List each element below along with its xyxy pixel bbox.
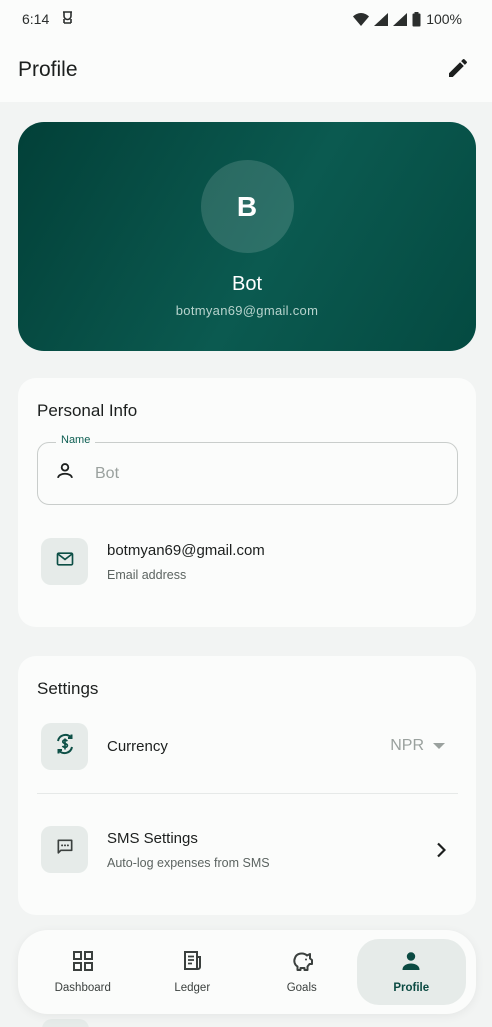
pencil-icon <box>446 56 470 85</box>
profile-header-card: B Bot botmyan69@gmail.com <box>18 122 476 351</box>
nav-profile-label: Profile <box>393 982 430 994</box>
settings-divider <box>37 793 458 794</box>
nav-ledger-label: Ledger <box>174 982 211 994</box>
personal-info-title: Personal Info <box>37 401 138 420</box>
nav-goals[interactable]: Goals <box>247 939 357 1005</box>
currency-row-text: Currency <box>107 738 168 755</box>
grid-icon <box>72 950 94 975</box>
currency-icon-box <box>41 723 88 770</box>
currency-value: NPR <box>390 737 424 754</box>
piggy-bank-icon <box>290 950 314 975</box>
personal-info-card: Personal Info Name botmyan69@gmail.com E… <box>18 378 476 627</box>
email-value: botmyan69@gmail.com <box>107 541 265 559</box>
edit-profile-button[interactable] <box>438 50 478 90</box>
mail-icon <box>55 549 75 574</box>
partial-list-item <box>42 1019 89 1027</box>
sms-row-text: SMS Settings Auto-log expenses from SMS <box>107 830 270 870</box>
currency-row[interactable]: Currency <box>41 723 168 770</box>
notification-icon <box>61 10 74 28</box>
status-left: 6:14 <box>22 10 74 28</box>
avatar: B <box>200 160 294 253</box>
name-field[interactable]: Name <box>37 434 458 505</box>
nav-dashboard[interactable]: Dashboard <box>28 939 138 1005</box>
person-outline-icon <box>54 460 76 487</box>
bottom-navigation: Dashboard Ledger Goals Profile <box>18 930 476 1014</box>
dropdown-arrow-icon <box>433 737 445 755</box>
name-field-label: Name <box>56 434 96 446</box>
status-bar: 6:14 100% <box>0 0 492 38</box>
email-caption: Email address <box>107 567 187 582</box>
email-icon-box <box>41 538 88 585</box>
receipt-icon <box>181 950 203 975</box>
sms-icon-box <box>41 826 88 873</box>
status-time: 6:14 <box>22 11 50 27</box>
currency-label: Currency <box>107 738 168 755</box>
sms-settings-label: SMS Settings <box>107 829 198 847</box>
currency-exchange-icon <box>53 732 77 761</box>
profile-name: Bot <box>231 273 263 295</box>
battery-icon <box>412 11 421 27</box>
profile-email: botmyan69@gmail.com <box>175 303 319 318</box>
signal-icon-2 <box>393 12 408 26</box>
battery-percent: 100% <box>426 11 462 27</box>
nav-profile[interactable]: Profile <box>356 939 466 1005</box>
currency-dropdown[interactable]: NPR <box>390 737 445 755</box>
nav-goals-label: Goals <box>286 982 317 994</box>
settings-card: Settings Currency NPR SMS Settings Auto-… <box>18 656 476 915</box>
sms-settings-caption: Auto-log expenses from SMS <box>107 855 270 870</box>
settings-title: Settings <box>37 679 99 698</box>
email-row-text: botmyan69@gmail.com Email address <box>107 542 265 582</box>
chevron-right-icon[interactable] <box>436 842 447 863</box>
nav-ledger[interactable]: Ledger <box>138 939 248 1005</box>
email-row: botmyan69@gmail.com Email address <box>41 538 265 585</box>
wifi-icon <box>353 12 370 26</box>
sms-settings-row[interactable]: SMS Settings Auto-log expenses from SMS <box>41 826 270 873</box>
app-bar: Profile <box>0 38 492 102</box>
signal-icon <box>374 12 389 26</box>
chat-bubble-icon <box>55 837 75 862</box>
nav-dashboard-label: Dashboard <box>54 982 111 994</box>
name-input[interactable] <box>95 464 395 483</box>
status-right: 100% <box>353 11 462 27</box>
page-title: Profile <box>18 58 78 81</box>
person-icon <box>400 950 422 975</box>
